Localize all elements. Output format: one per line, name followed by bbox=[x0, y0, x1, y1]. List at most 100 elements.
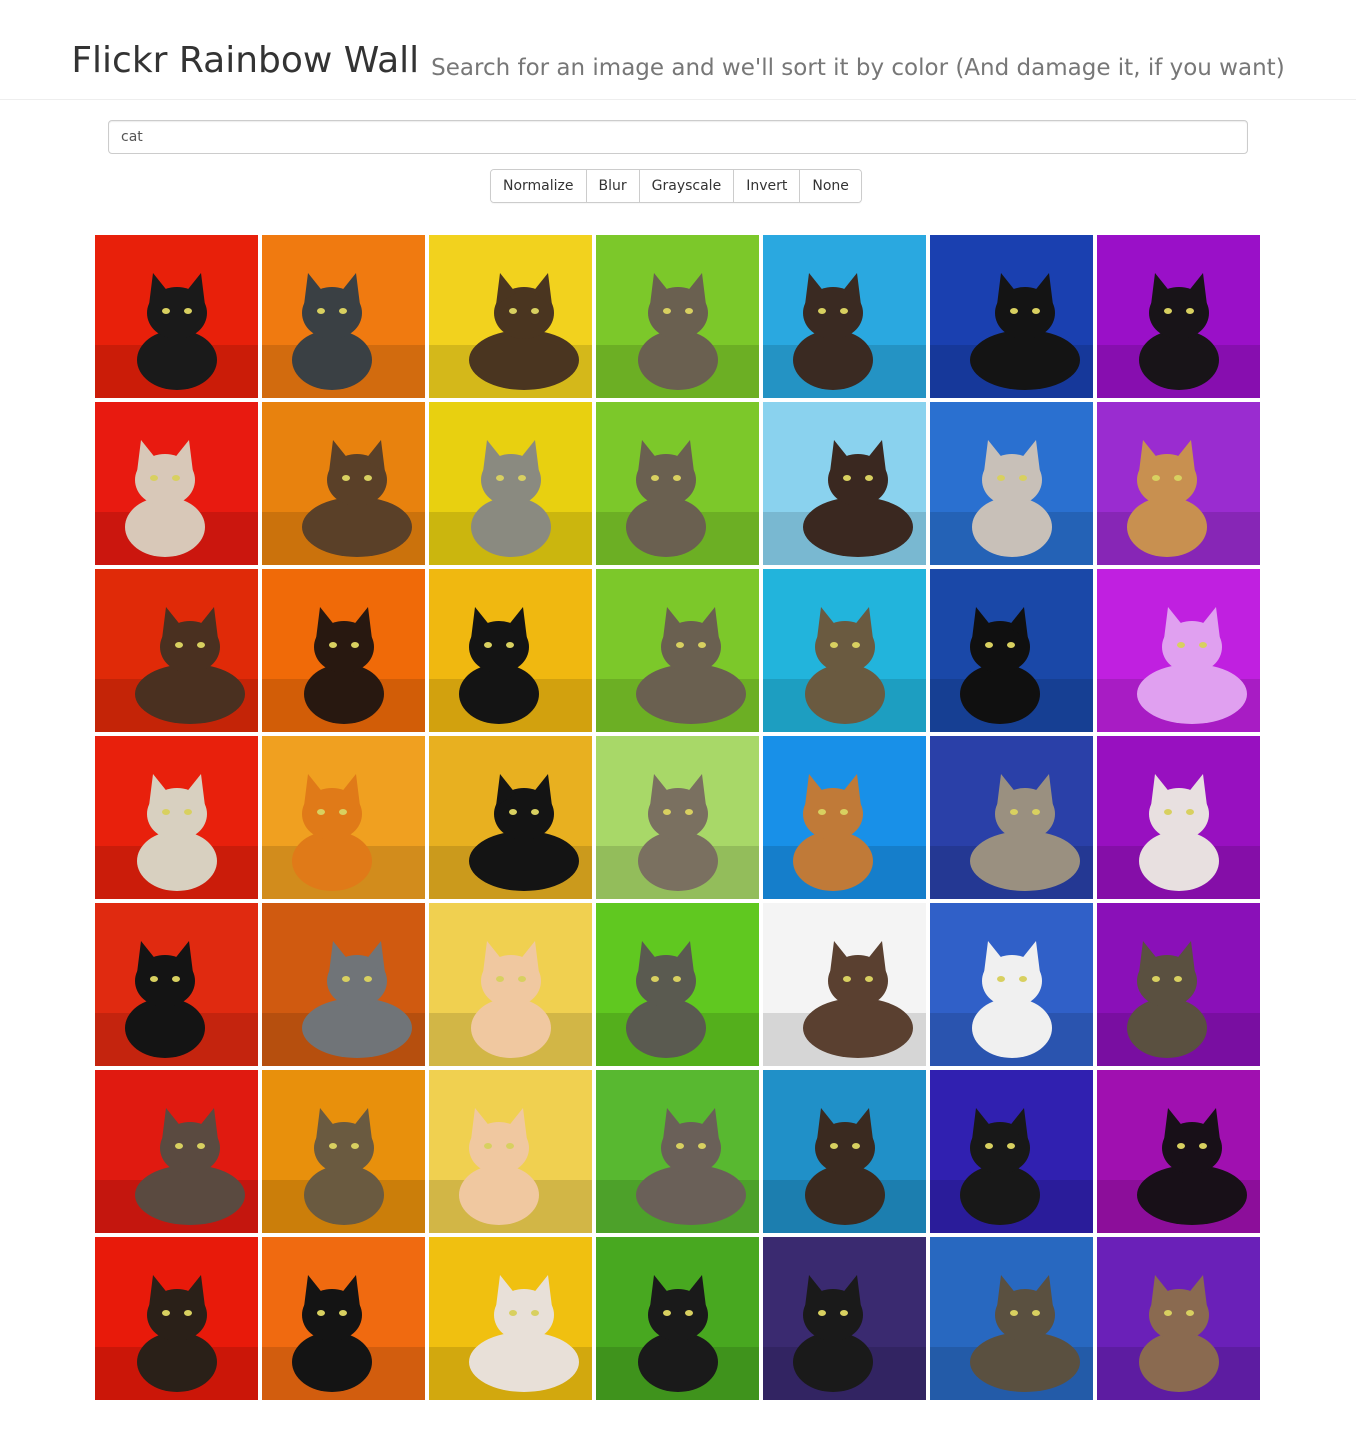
cat-photo-image bbox=[95, 1070, 258, 1233]
filter-grayscale-button[interactable]: Grayscale bbox=[639, 170, 735, 202]
cat-photo-image bbox=[763, 903, 926, 1066]
cat-photo-tile[interactable] bbox=[930, 402, 1093, 565]
cat-photo-tile[interactable] bbox=[429, 235, 592, 398]
cat-photo-tile[interactable] bbox=[262, 903, 425, 1066]
cat-photo-image bbox=[763, 569, 926, 732]
cat-photo-tile[interactable] bbox=[930, 1070, 1093, 1233]
cat-photo-image bbox=[429, 1070, 592, 1233]
cat-photo-tile[interactable] bbox=[763, 235, 926, 398]
cat-photo-tile[interactable] bbox=[95, 1070, 258, 1233]
cat-photo-image bbox=[429, 1237, 592, 1400]
cat-photo-tile[interactable] bbox=[1097, 569, 1260, 732]
cat-photo-image bbox=[429, 402, 592, 565]
cat-photo-tile[interactable] bbox=[262, 402, 425, 565]
cat-photo-image bbox=[1097, 903, 1260, 1066]
cat-photo-image bbox=[763, 235, 926, 398]
filter-button-group: Normalize Blur Grayscale Invert None bbox=[490, 169, 862, 203]
cat-photo-tile[interactable] bbox=[95, 1237, 258, 1400]
cat-photo-tile[interactable] bbox=[429, 1237, 592, 1400]
cat-photo-tile[interactable] bbox=[930, 235, 1093, 398]
cat-photo-tile[interactable] bbox=[429, 903, 592, 1066]
cat-photo-tile[interactable] bbox=[930, 903, 1093, 1066]
cat-photo-image bbox=[930, 903, 1093, 1066]
cat-photo-image bbox=[763, 1237, 926, 1400]
search-input[interactable] bbox=[108, 120, 1248, 154]
cat-photo-image bbox=[95, 569, 258, 732]
cat-photo-tile[interactable] bbox=[1097, 903, 1260, 1066]
cat-photo-image bbox=[930, 736, 1093, 899]
cat-photo-image bbox=[930, 402, 1093, 565]
cat-photo-tile[interactable] bbox=[763, 736, 926, 899]
cat-photo-image bbox=[262, 903, 425, 1066]
page-header: Flickr Rainbow Wall Search for an image … bbox=[0, 0, 1356, 100]
cat-photo-image bbox=[262, 402, 425, 565]
cat-photo-tile[interactable] bbox=[596, 569, 759, 732]
cat-photo-tile[interactable] bbox=[930, 736, 1093, 899]
search-field-wrapper bbox=[108, 120, 1248, 154]
cat-photo-tile[interactable] bbox=[1097, 736, 1260, 899]
cat-photo-tile[interactable] bbox=[930, 569, 1093, 732]
cat-photo-tile[interactable] bbox=[262, 1070, 425, 1233]
cat-photo-tile[interactable] bbox=[1097, 235, 1260, 398]
cat-photo-image bbox=[596, 1237, 759, 1400]
cat-photo-image bbox=[596, 569, 759, 732]
cat-photo-image bbox=[1097, 1070, 1260, 1233]
cat-photo-image bbox=[930, 1070, 1093, 1233]
cat-photo-tile[interactable] bbox=[596, 1237, 759, 1400]
cat-photo-image bbox=[1097, 736, 1260, 899]
cat-photo-image bbox=[930, 1237, 1093, 1400]
cat-photo-image bbox=[1097, 235, 1260, 398]
filter-invert-button[interactable]: Invert bbox=[734, 170, 801, 202]
cat-photo-tile[interactable] bbox=[596, 235, 759, 398]
cat-photo-tile[interactable] bbox=[95, 235, 258, 398]
cat-photo-tile[interactable] bbox=[429, 569, 592, 732]
cat-photo-tile[interactable] bbox=[930, 1237, 1093, 1400]
filter-none-button[interactable]: None bbox=[800, 170, 861, 202]
cat-photo-tile[interactable] bbox=[262, 736, 425, 899]
image-grid bbox=[95, 235, 1260, 1400]
cat-photo-tile[interactable] bbox=[596, 903, 759, 1066]
cat-photo-image bbox=[596, 736, 759, 899]
page-title: Flickr Rainbow Wall bbox=[71, 40, 420, 81]
cat-photo-image bbox=[429, 235, 592, 398]
cat-photo-image bbox=[596, 1070, 759, 1233]
cat-photo-image bbox=[596, 235, 759, 398]
cat-photo-tile[interactable] bbox=[95, 736, 258, 899]
cat-photo-image bbox=[262, 736, 425, 899]
cat-photo-tile[interactable] bbox=[262, 235, 425, 398]
cat-photo-image bbox=[1097, 402, 1260, 565]
cat-photo-image bbox=[262, 235, 425, 398]
cat-photo-image bbox=[596, 903, 759, 1066]
cat-photo-tile[interactable] bbox=[429, 402, 592, 565]
cat-photo-tile[interactable] bbox=[95, 569, 258, 732]
cat-photo-image bbox=[429, 569, 592, 732]
cat-photo-image bbox=[763, 402, 926, 565]
cat-photo-image bbox=[95, 235, 258, 398]
filter-blur-button[interactable]: Blur bbox=[586, 170, 640, 202]
cat-photo-tile[interactable] bbox=[763, 1070, 926, 1233]
cat-photo-tile[interactable] bbox=[1097, 1237, 1260, 1400]
page-subtitle: Search for an image and we'll sort it by… bbox=[431, 55, 1285, 81]
cat-photo-image bbox=[95, 402, 258, 565]
cat-photo-tile[interactable] bbox=[1097, 1070, 1260, 1233]
cat-photo-tile[interactable] bbox=[262, 569, 425, 732]
cat-photo-tile[interactable] bbox=[763, 402, 926, 565]
cat-photo-tile[interactable] bbox=[596, 1070, 759, 1233]
cat-photo-tile[interactable] bbox=[95, 903, 258, 1066]
cat-photo-tile[interactable] bbox=[596, 736, 759, 899]
cat-photo-image bbox=[930, 235, 1093, 398]
cat-photo-tile[interactable] bbox=[763, 1237, 926, 1400]
cat-photo-tile[interactable] bbox=[429, 1070, 592, 1233]
cat-photo-tile[interactable] bbox=[262, 1237, 425, 1400]
cat-photo-tile[interactable] bbox=[95, 402, 258, 565]
cat-photo-tile[interactable] bbox=[763, 569, 926, 732]
cat-photo-image bbox=[763, 1070, 926, 1233]
cat-photo-tile[interactable] bbox=[596, 402, 759, 565]
cat-photo-tile[interactable] bbox=[1097, 402, 1260, 565]
filter-normalize-button[interactable]: Normalize bbox=[491, 170, 587, 202]
cat-photo-image bbox=[262, 1070, 425, 1233]
cat-photo-tile[interactable] bbox=[429, 736, 592, 899]
cat-photo-image bbox=[596, 402, 759, 565]
cat-photo-image bbox=[763, 736, 926, 899]
cat-photo-tile[interactable] bbox=[763, 903, 926, 1066]
